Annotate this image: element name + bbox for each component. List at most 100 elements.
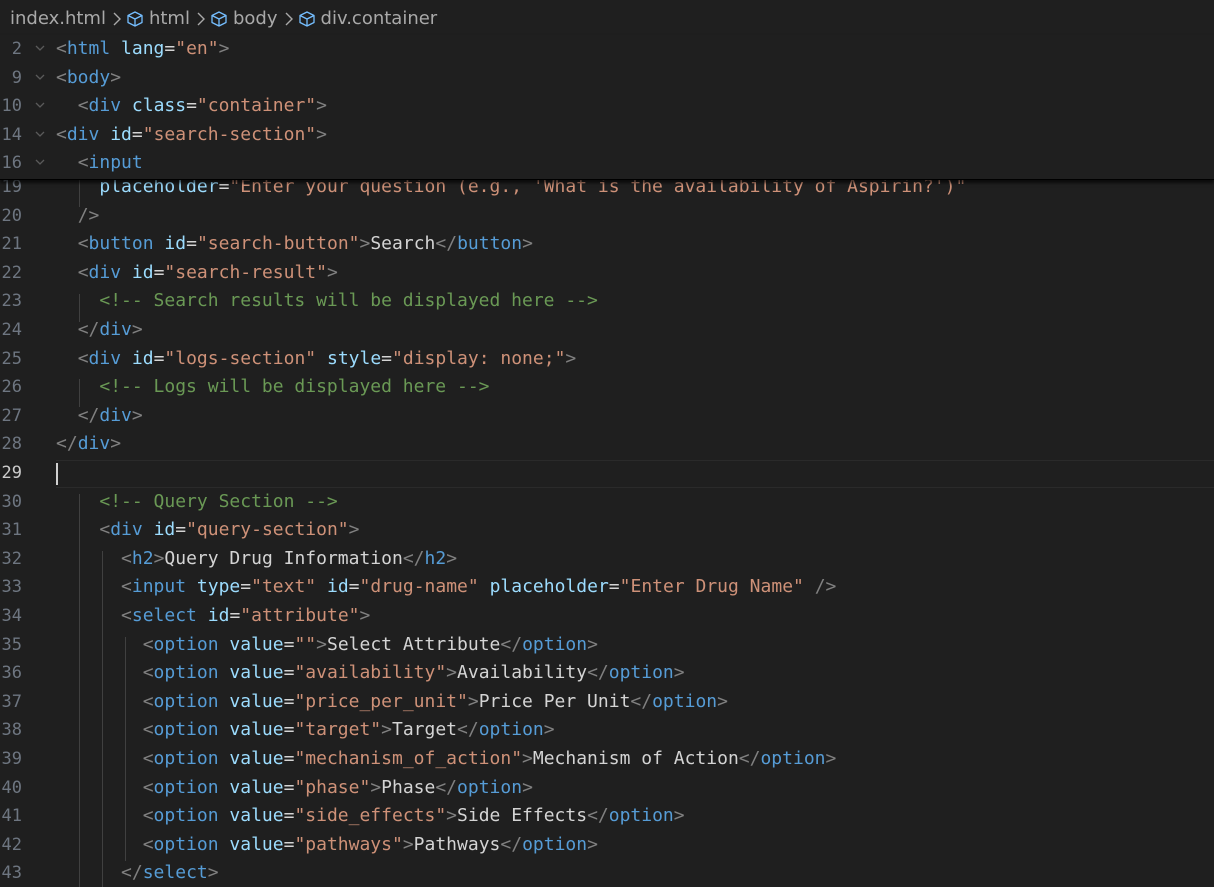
- code-token: option: [153, 719, 219, 741]
- breadcrumb-item-label: div.container: [320, 8, 438, 29]
- code-token: =: [229, 605, 241, 626]
- code-token: <: [142, 633, 154, 655]
- code-line[interactable]: 24 </div>: [0, 316, 1214, 345]
- code-token: <: [77, 152, 89, 174]
- code-line[interactable]: 25 <div id="logs-section" style="display…: [0, 345, 1214, 374]
- breadcrumb-item-html[interactable]: html: [126, 8, 190, 29]
- code-line[interactable]: 26 <!-- Logs will be displayed here -->: [0, 373, 1214, 402]
- code-line[interactable]: 34 <select id="attribute">: [0, 602, 1214, 631]
- code-line[interactable]: 35 <option value="">Select Attribute</op…: [0, 631, 1214, 660]
- code-token: "availability": [294, 662, 447, 684]
- line-number: 38: [1, 720, 22, 741]
- code-line[interactable]: 29: [0, 459, 1214, 488]
- breadcrumb-item-div-container[interactable]: div.container: [298, 8, 438, 29]
- code-token: option: [522, 633, 588, 655]
- code-line[interactable]: 31 <div id="query-section">: [0, 516, 1214, 545]
- sticky-scroll-header[interactable]: 2 <html lang="en"> 9 <body> 10 <div class="c…: [0, 35, 1214, 180]
- code-token: option: [608, 805, 674, 827]
- code-token: "pathways": [294, 833, 403, 855]
- code-line[interactable]: 21 <button id="search-button">Search</bu…: [0, 230, 1214, 259]
- code-text: <div id="search-result">: [56, 259, 338, 288]
- code-token: <: [56, 123, 67, 145]
- code-line[interactable]: 23 <!-- Search results will be displayed…: [0, 287, 1214, 316]
- code-token: id: [131, 261, 154, 283]
- code-token: button: [457, 233, 523, 255]
- code-line[interactable]: 43 </select>: [0, 859, 1214, 887]
- code-text: <html lang="en">: [56, 35, 229, 64]
- code-line[interactable]: 37 <option value="price_per_unit">Price …: [0, 688, 1214, 717]
- line-number: 35: [1, 634, 22, 655]
- code-line[interactable]: 16 <input: [0, 149, 1214, 178]
- code-text: <div class="container">: [56, 92, 327, 121]
- code-token: </: [435, 233, 458, 255]
- code-token: "search-button": [196, 233, 360, 255]
- code-token: >: [153, 547, 165, 569]
- code-line[interactable]: 10 <div class="container">: [0, 92, 1214, 121]
- code-line[interactable]: 22 <div id="search-result">: [0, 259, 1214, 288]
- chevron-down-icon[interactable]: [34, 149, 46, 189]
- code-line[interactable]: 2 <html lang="en">: [0, 35, 1214, 64]
- code-text: <h2>Query Drug Information</h2>: [56, 545, 457, 574]
- code-token: button: [88, 233, 154, 255]
- code-line[interactable]: 38 <option value="target">Target</option…: [0, 716, 1214, 745]
- code-token: "logs-section": [164, 347, 317, 369]
- code-token: option: [522, 833, 588, 855]
- code-token: =: [283, 805, 295, 827]
- code-line[interactable]: 39 <option value="mechanism_of_action">M…: [0, 745, 1214, 774]
- code-token: id: [326, 576, 349, 598]
- code-line[interactable]: 40 <option value="phase">Phase</option>: [0, 774, 1214, 803]
- code-line[interactable]: 32 <h2>Query Drug Information</h2>: [0, 545, 1214, 574]
- code-token: >: [359, 233, 371, 255]
- code-line[interactable]: 33 <input type="text" id="drug-name" pla…: [0, 573, 1214, 602]
- code-line[interactable]: 42 <option value="pathways">Pathways</op…: [0, 831, 1214, 860]
- code-line[interactable]: 9 <body>: [0, 64, 1214, 93]
- breadcrumb-item-body[interactable]: body: [210, 8, 278, 29]
- code-line[interactable]: 14 <div id="search-section">: [0, 121, 1214, 150]
- line-number: 22: [1, 262, 22, 283]
- code-token: <: [77, 261, 89, 283]
- code-token: <: [121, 547, 132, 569]
- code-token: Target: [392, 719, 458, 741]
- code-token: =: [283, 633, 295, 655]
- code-text: <div id="query-section">: [56, 516, 359, 545]
- code-token: >: [110, 433, 122, 455]
- code-line[interactable]: 20 />: [0, 202, 1214, 231]
- code-text: <option value="pathways">Pathways</optio…: [56, 831, 598, 860]
- code-token: option: [760, 748, 826, 769]
- code-token: =: [164, 38, 176, 59]
- code-token: style: [326, 347, 382, 369]
- code-token: Side Effects: [457, 805, 588, 827]
- code-line[interactable]: 27 </div>: [0, 402, 1214, 431]
- code-token: value: [229, 662, 284, 684]
- code-line[interactable]: 36 <option value="availability">Availabi…: [0, 659, 1214, 688]
- code-token: </: [121, 862, 143, 884]
- code-token: =: [283, 690, 295, 712]
- code-line[interactable]: 30 <!-- Query Section -->: [0, 488, 1214, 517]
- code-token: =: [153, 261, 165, 283]
- code-line[interactable]: 19 placeholder="Enter your question (e.g…: [0, 179, 1214, 202]
- code-text: <option value="">Select Attribute</optio…: [56, 631, 598, 660]
- code-editor[interactable]: 19 placeholder="Enter your question (e.g…: [0, 179, 1214, 887]
- code-token: Availability: [457, 662, 588, 684]
- code-token: "search-section": [142, 123, 317, 145]
- code-token: =: [175, 519, 187, 541]
- breadcrumb-file[interactable]: index.html: [10, 8, 106, 29]
- code-token: value: [229, 690, 284, 712]
- code-token: >: [370, 776, 382, 798]
- code-token: "target": [294, 719, 382, 741]
- code-token: </: [435, 776, 458, 798]
- code-line[interactable]: 41 <option value="side_effects">Side Eff…: [0, 802, 1214, 831]
- code-token: option: [652, 690, 718, 712]
- code-token: >: [131, 404, 143, 426]
- code-line[interactable]: 28 </div>: [0, 430, 1214, 459]
